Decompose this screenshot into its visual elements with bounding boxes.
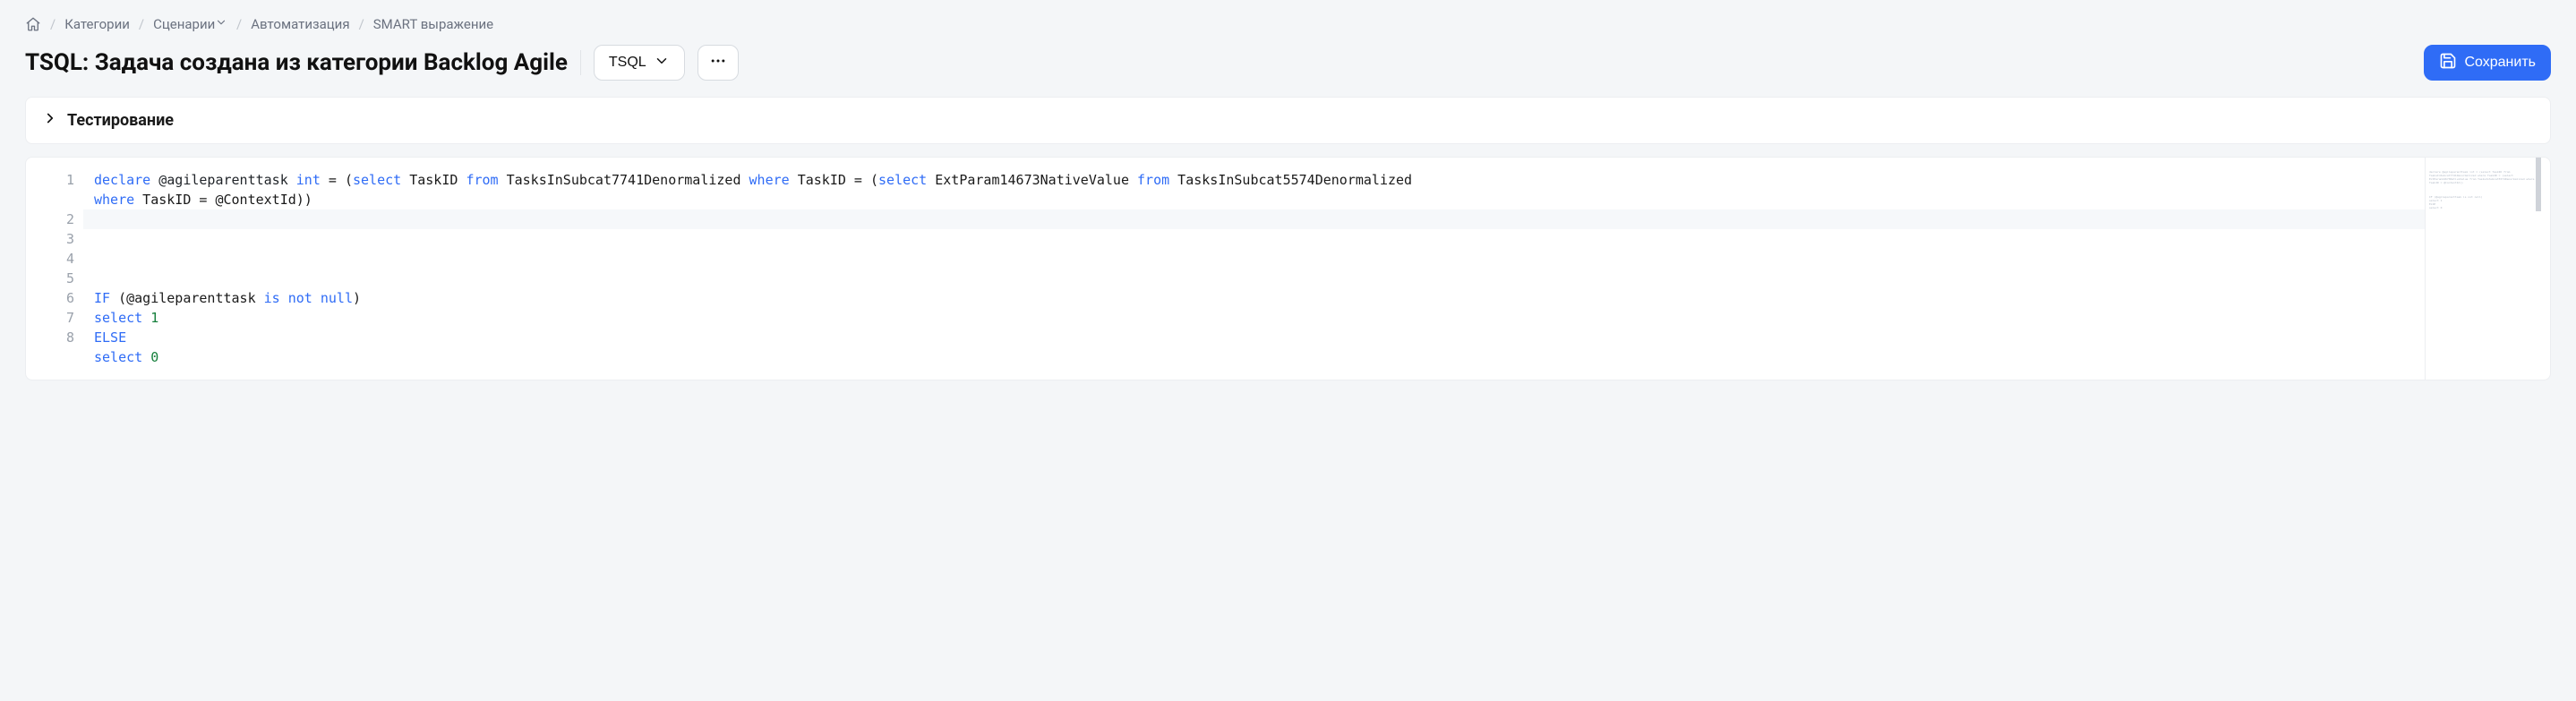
breadcrumb: / Категории / Сценарии / Автоматизация /… [25, 16, 2551, 32]
breadcrumb-item-categories[interactable]: Категории [64, 16, 130, 32]
home-icon[interactable] [25, 16, 41, 32]
minimap-preview: declare @agileparenttask int = (select T… [2429, 170, 2537, 209]
breadcrumb-separator: / [139, 16, 144, 32]
testing-panel-label: Тестирование [67, 111, 174, 130]
chevron-down-icon [215, 16, 227, 32]
breadcrumb-separator: / [50, 16, 56, 32]
chevron-down-icon [654, 53, 670, 73]
code-content[interactable]: declare @agileparenttask int = (select T… [83, 158, 2425, 380]
title-bar: TSQL: Задача создана из категории Backlo… [25, 45, 2551, 81]
testing-panel-toggle[interactable]: Тестирование [26, 98, 2550, 143]
save-button-label: Сохранить [2464, 55, 2536, 71]
breadcrumb-item-label: Сценарии [153, 16, 215, 32]
chevron-right-icon [42, 110, 58, 131]
breadcrumb-item-scenarios[interactable]: Сценарии [153, 16, 227, 32]
testing-panel: Тестирование [25, 97, 2551, 144]
save-icon [2439, 52, 2457, 74]
scrollbar-thumb[interactable] [2536, 158, 2541, 211]
more-actions-button[interactable] [697, 45, 739, 81]
divider [580, 50, 581, 75]
code-editor[interactable]: 12345678 declare @agileparenttask int = … [25, 157, 2551, 380]
breadcrumb-separator: / [236, 16, 242, 32]
save-button[interactable]: Сохранить [2424, 45, 2551, 81]
more-horizontal-icon [709, 52, 727, 74]
line-number-gutter: 12345678 [26, 158, 83, 380]
page-title: TSQL: Задача создана из категории Backlo… [25, 49, 568, 76]
language-select-label: TSQL [609, 55, 646, 71]
breadcrumb-item-smart-expression[interactable]: SMART выражение [373, 16, 493, 32]
breadcrumb-item-automation[interactable]: Автоматизация [251, 16, 349, 32]
language-select[interactable]: TSQL [594, 45, 685, 81]
breadcrumb-separator: / [359, 16, 364, 32]
minimap[interactable]: declare @agileparenttask int = (select T… [2425, 158, 2541, 380]
